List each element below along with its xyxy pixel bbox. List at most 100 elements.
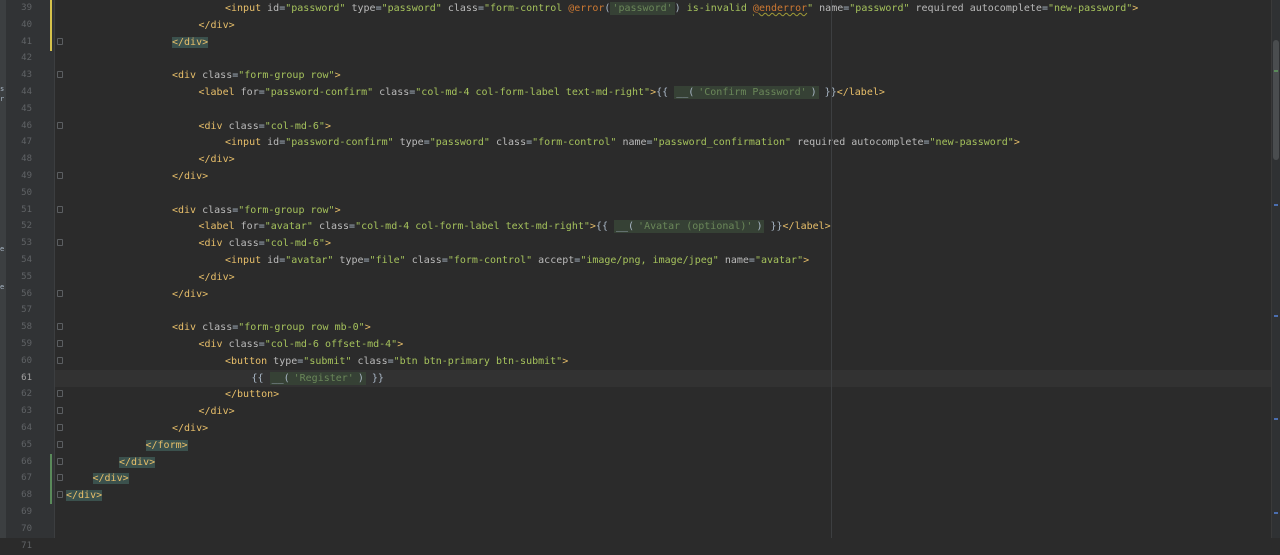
code-line[interactable]: 67 </div> [21,470,1272,488]
code-line[interactable]: 54 <input id="avatar" type="file" class="… [21,252,1272,269]
fold-marker-icon[interactable] [57,457,63,465]
line-number[interactable]: 45 [8,101,32,118]
fold-marker-icon[interactable] [57,340,63,347]
line-number[interactable]: 68 [8,487,32,504]
code-line[interactable]: 43 <div class="form-group row"> [21,67,1272,84]
line-number[interactable]: 40 [8,17,32,34]
line-number[interactable]: 69 [8,504,32,521]
fold-marker-icon[interactable] [57,440,63,448]
line-number[interactable]: 66 [8,454,32,471]
code-line[interactable]: 50 [21,185,1272,202]
marker-info[interactable] [1274,512,1278,514]
code-line[interactable]: 39 <input id="password" type="password" c… [21,0,1272,17]
code-line[interactable]: 55 </div> [21,269,1272,286]
code-line[interactable]: 46 <div class="col-md-6"> [21,118,1272,135]
code-line[interactable]: 40 </div> [21,16,1272,34]
marker-added[interactable] [1274,70,1278,72]
line-number[interactable]: 71 [8,538,32,555]
fold-marker-icon[interactable] [57,323,63,331]
code-token: "password" [429,137,496,149]
fold-marker-icon[interactable] [57,424,63,431]
marker-info[interactable] [1274,418,1278,420]
line-number[interactable]: 43 [8,67,32,84]
code-line[interactable]: 49 </div> [21,168,1272,185]
code-line[interactable]: 52 <label for="avatar" class="col-md-4 co… [21,218,1272,235]
code-line[interactable]: 60 <button type="submit" class="btn btn-p… [21,353,1272,370]
vcs-modified-marker[interactable] [50,16,52,34]
code-token: "form-group row" [238,70,335,82]
line-number[interactable]: 47 [8,134,32,151]
code-line[interactable]: 47 <input id="password-confirm" type="pas… [21,134,1272,151]
line-number[interactable]: 60 [8,353,32,370]
code-line[interactable]: 63 </div> [21,403,1272,420]
code-line[interactable]: 66 </div> [21,453,1272,471]
line-number[interactable]: 48 [8,151,32,168]
code-line[interactable]: 44 <label for="password-confirm" class="c… [21,84,1272,101]
line-number[interactable]: 41 [8,34,32,51]
code-line[interactable]: 41 </div> [21,33,1272,51]
code-line[interactable]: 65 </form> [21,437,1272,454]
line-number[interactable]: 58 [8,319,32,336]
error-stripe-scrollbar[interactable] [1271,0,1280,538]
code-line[interactable]: 68 </div> [21,487,1272,505]
code-line[interactable]: 51 <div class="form-group row"> [21,202,1272,219]
fold-marker-icon[interactable] [57,491,63,499]
line-number[interactable]: 65 [8,437,32,454]
line-number[interactable]: 52 [8,218,32,235]
fold-marker-icon[interactable] [57,356,63,364]
line-number[interactable]: 44 [8,84,32,101]
line-number[interactable]: 46 [8,118,32,135]
marker-info[interactable] [1274,315,1278,317]
fold-marker-icon[interactable] [57,239,63,247]
line-number[interactable]: 55 [8,269,32,286]
line-number[interactable]: 56 [8,286,32,303]
code-line[interactable]: 48 </div> [21,151,1272,168]
fold-marker-icon[interactable] [57,121,63,129]
fold-marker-icon[interactable] [57,474,63,482]
line-number[interactable]: 49 [8,168,32,185]
code-line[interactable]: 53 <div class="col-md-6"> [21,235,1272,252]
code-line[interactable]: 71 [21,538,1272,555]
code-line[interactable]: 59 <div class="col-md-6 offset-md-4"> [21,336,1272,353]
code-line[interactable]: 57 [21,302,1272,319]
line-number[interactable]: 70 [8,521,32,538]
vcs-added-marker[interactable] [50,470,52,488]
fold-marker-icon[interactable] [57,37,63,45]
line-number[interactable]: 50 [8,185,32,202]
marker-info[interactable] [1274,204,1278,206]
line-number[interactable]: 57 [8,302,32,319]
code-token: autocomplete [851,137,924,149]
code-line[interactable]: 64 </div> [21,420,1272,437]
vcs-added-marker[interactable] [50,487,52,505]
line-number[interactable]: 59 [8,336,32,353]
line-number[interactable]: 53 [8,235,32,252]
fold-marker-icon[interactable] [57,289,63,297]
code-line[interactable]: 61{{ __('Register') }} [21,369,1272,387]
fold-marker-icon[interactable] [57,71,63,79]
code-line[interactable]: 62 </button> [21,386,1272,403]
line-number[interactable]: 67 [8,470,32,487]
fold-marker-icon[interactable] [57,205,63,213]
fold-marker-icon[interactable] [57,172,63,179]
vcs-added-marker[interactable] [50,453,52,471]
vcs-modified-marker[interactable] [50,33,52,51]
line-number[interactable]: 64 [8,420,32,437]
code-line[interactable]: 70 [21,521,1272,538]
vcs-modified-marker[interactable] [50,0,52,17]
scrollbar-thumb[interactable] [1273,40,1279,160]
line-number[interactable]: 42 [8,50,32,67]
code-line[interactable]: 45 [21,101,1272,118]
code-line[interactable]: 58 <div class="form-group row mb-0"> [21,319,1272,336]
code-editor[interactable]: 39 <input id="password" type="password" c… [21,0,1272,551]
fold-marker-icon[interactable] [57,390,63,398]
line-number[interactable]: 62 [8,386,32,403]
line-number[interactable]: 54 [8,252,32,269]
code-line[interactable]: 42 [21,50,1272,67]
line-number[interactable]: 63 [8,403,32,420]
line-number[interactable]: 39 [8,0,32,17]
line-number[interactable]: 51 [8,202,32,219]
code-line[interactable]: 56 </div> [21,286,1272,303]
fold-marker-icon[interactable] [57,407,63,415]
line-number[interactable]: 61 [8,370,32,387]
code-line[interactable]: 69 [21,504,1272,521]
